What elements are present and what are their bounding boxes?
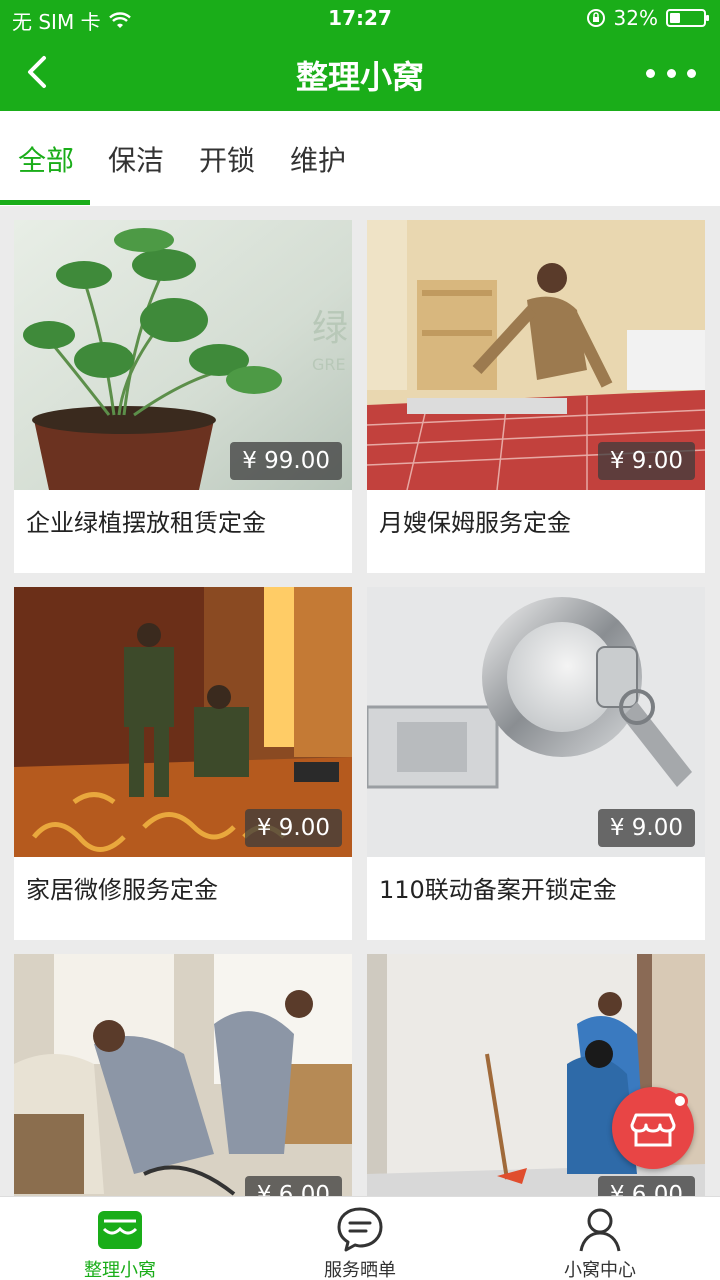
active-tab-indicator <box>0 200 90 205</box>
notification-dot <box>672 1093 688 1109</box>
battery-icon <box>666 9 709 27</box>
product-card[interactable]: ¥ 9.00 家居微修服务定金 <box>14 587 352 940</box>
tab-maintenance[interactable]: 维护 <box>290 139 346 179</box>
status-bar: 无 SIM 卡 17:27 32% <box>0 0 720 36</box>
store-icon <box>98 1211 142 1249</box>
more-menu-icon[interactable] <box>646 56 696 90</box>
price-tag: ¥ 99.00 <box>230 442 342 480</box>
product-image-lock: ¥ 9.00 <box>367 587 705 857</box>
product-card[interactable]: 绿 GRE ¥ 99.00 企业绿植摆放租赁定金 <box>14 220 352 573</box>
product-image-housekeeper: ¥ 9.00 <box>367 220 705 490</box>
price-tag: ¥ 9.00 <box>597 809 695 847</box>
product-card[interactable]: ¥ 9.00 110联动备案开锁定金 <box>367 587 705 940</box>
tab-all[interactable]: 全部 <box>18 139 74 179</box>
rotation-lock-icon <box>586 9 605 27</box>
bottom-tab-label: 整理小窝 <box>84 1260 156 1280</box>
price-tag: ¥ 6.00 <box>597 1176 695 1196</box>
price-tag: ¥ 9.00 <box>597 442 695 480</box>
product-image-repair: ¥ 9.00 <box>14 587 352 857</box>
product-name: 月嫂保姆服务定金 <box>379 509 571 537</box>
product-grid: 绿 GRE ¥ 99.00 企业绿植摆放租赁定金 ¥ 9.00 月嫂保姆服务定金… <box>0 206 720 1196</box>
image-text-1: 绿 <box>312 308 348 349</box>
bottom-tab-label: 小窝中心 <box>564 1260 636 1280</box>
product-name: 家居微修服务定金 <box>26 876 218 904</box>
nav-bar: 整理小窝 <box>0 36 720 111</box>
tab-unlocking[interactable]: 开锁 <box>199 139 255 179</box>
price-tag: ¥ 6.00 <box>244 1176 342 1196</box>
category-tabs: 全部 保洁 开锁 维护 <box>0 111 720 206</box>
chat-bubble-icon <box>337 1207 383 1252</box>
product-card[interactable]: ¥ 6.00 <box>14 954 352 1196</box>
tab-cleaning[interactable]: 保洁 <box>108 139 164 179</box>
bottom-tab-posts[interactable]: 服务晒单 <box>240 1197 480 1280</box>
price-tag: ¥ 9.00 <box>244 809 342 847</box>
product-image-cleaners-vacuum: ¥ 6.00 <box>14 954 352 1196</box>
product-name: 110联动备案开锁定金 <box>379 876 617 904</box>
battery-percent: 32% <box>613 6 658 30</box>
bottom-tab-profile[interactable]: 小窝中心 <box>480 1197 720 1280</box>
user-icon <box>579 1208 621 1252</box>
bottom-tab-home[interactable]: 整理小窝 <box>0 1197 240 1280</box>
floating-shop-button[interactable] <box>612 1087 694 1169</box>
bottom-tab-bar: 整理小窝 服务晒单 小窝中心 <box>0 1196 720 1280</box>
product-card[interactable]: ¥ 9.00 月嫂保姆服务定金 <box>367 220 705 573</box>
image-text-2: GRE <box>312 355 346 374</box>
product-image-plant: 绿 GRE ¥ 99.00 <box>14 220 352 490</box>
product-name: 企业绿植摆放租赁定金 <box>26 509 266 537</box>
bottom-tab-label: 服务晒单 <box>324 1260 396 1280</box>
page-title: 整理小窝 <box>295 58 424 96</box>
